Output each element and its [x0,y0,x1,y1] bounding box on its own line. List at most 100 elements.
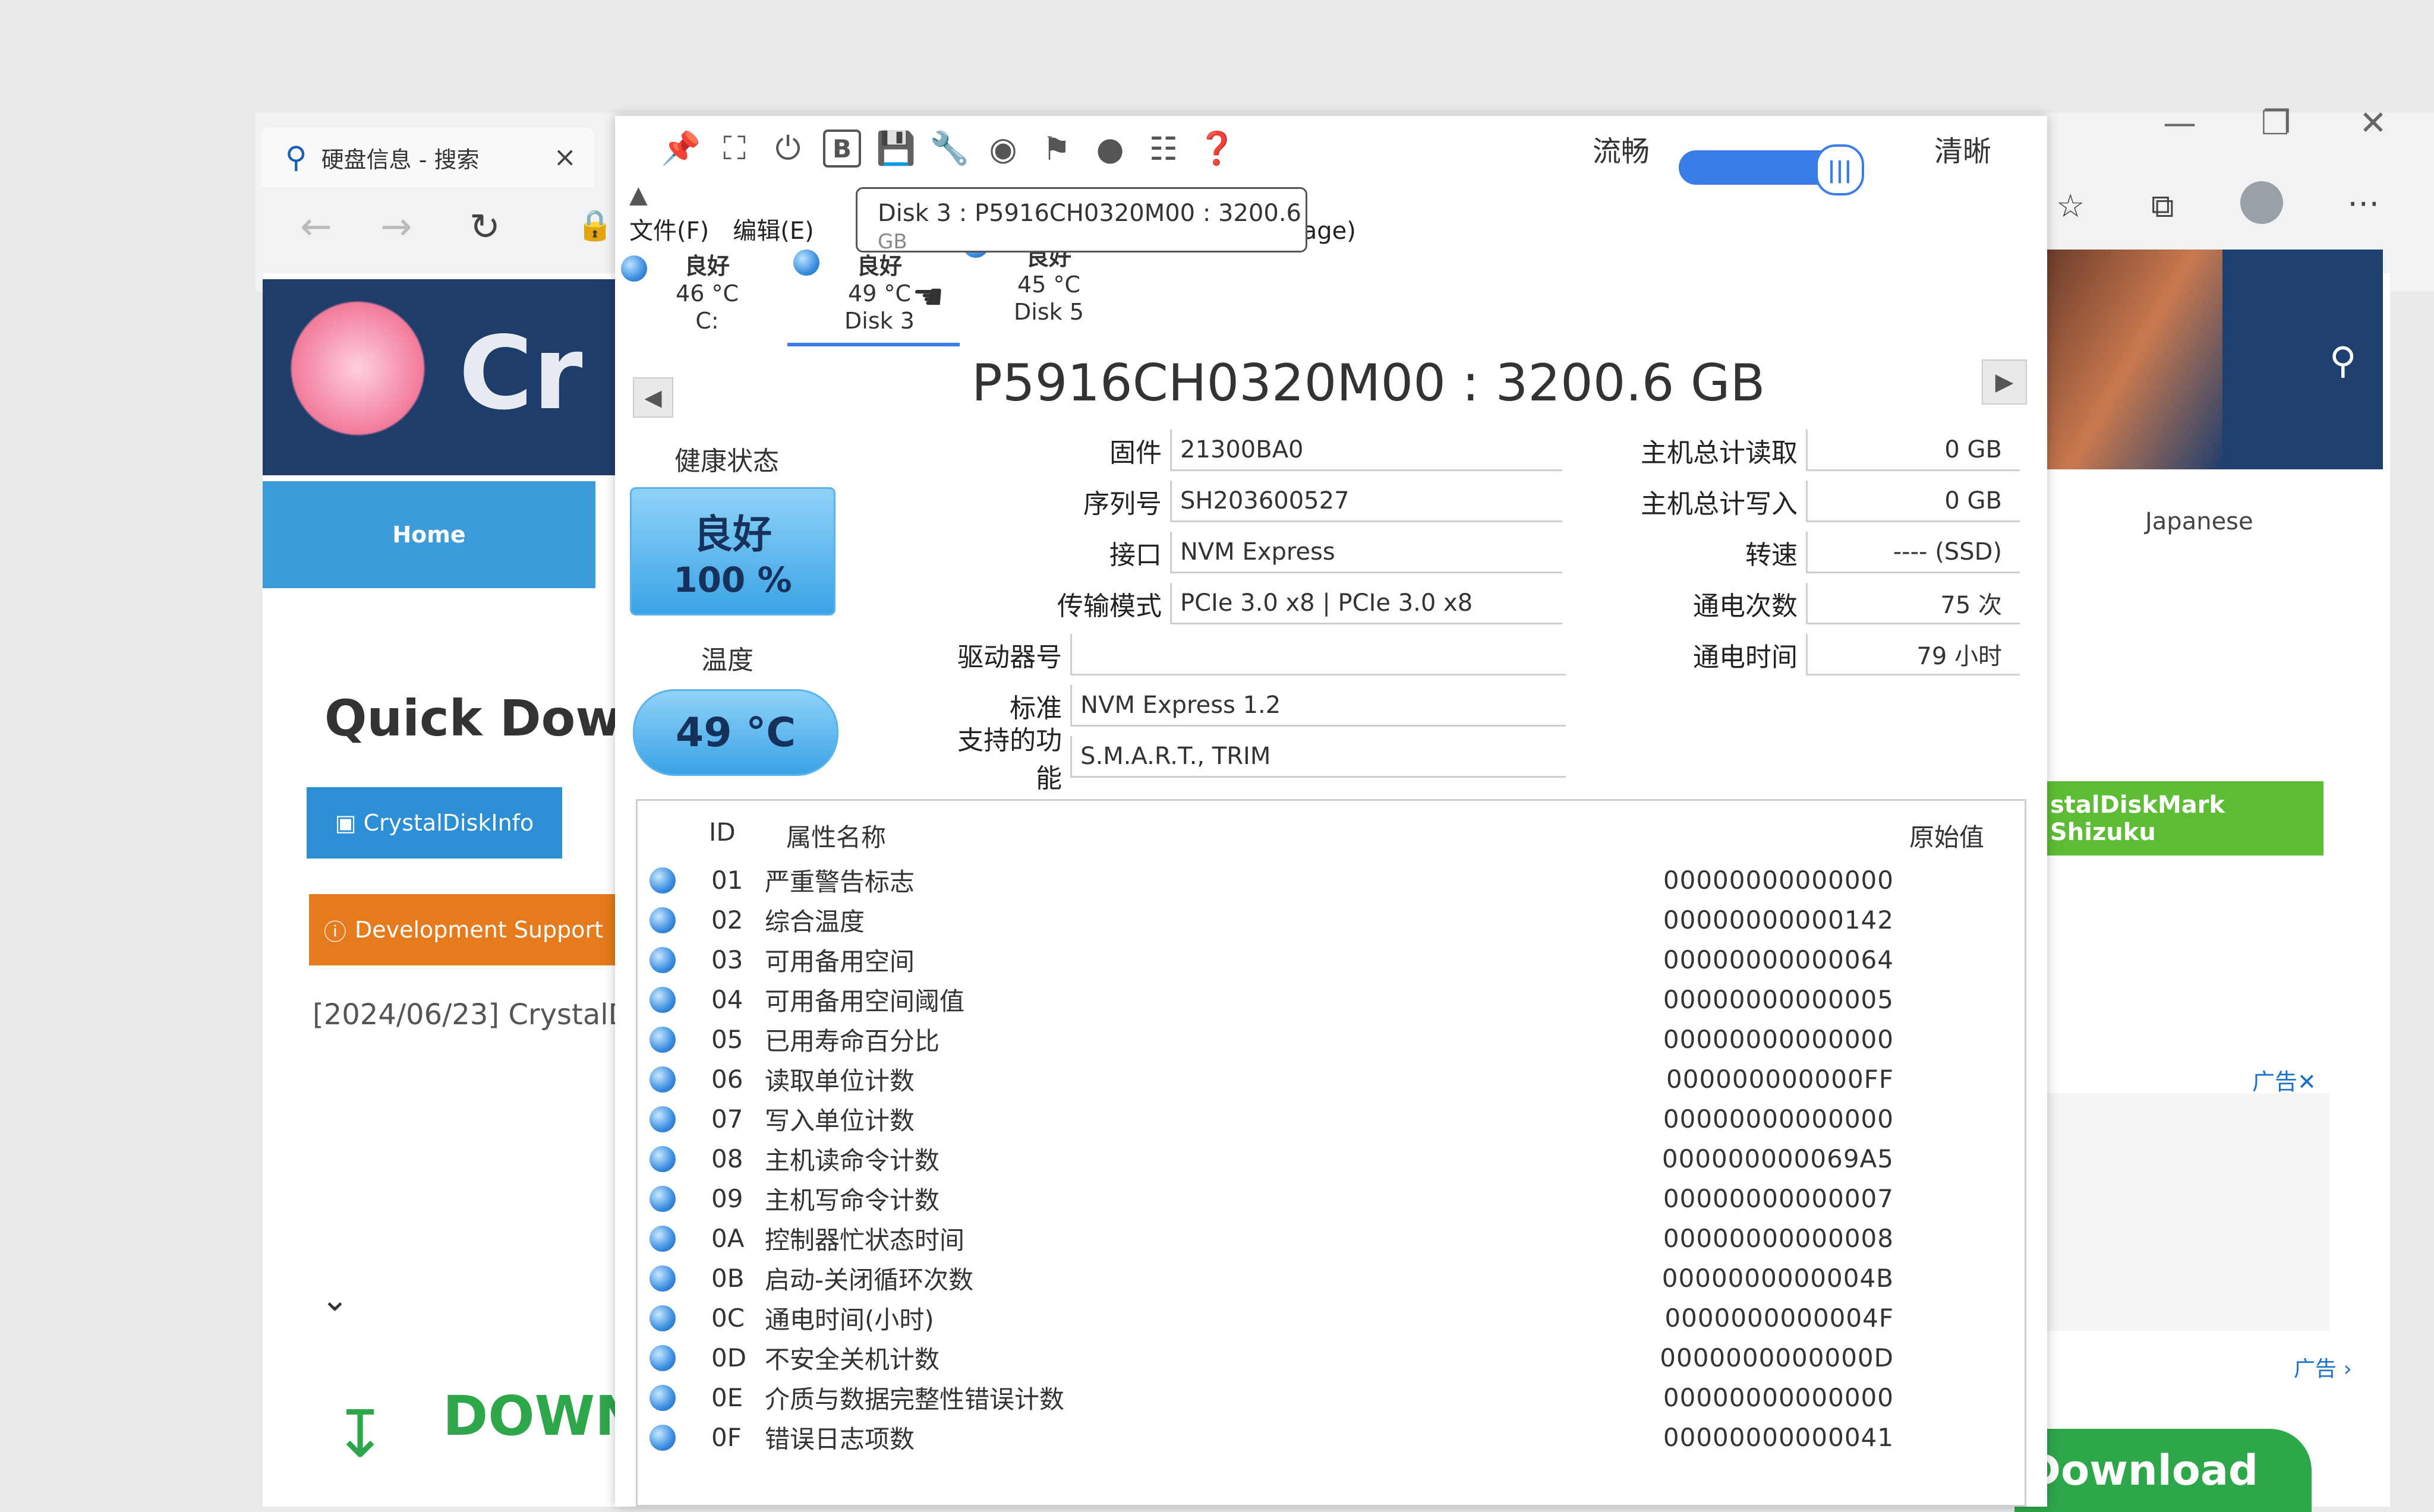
table-row[interactable]: 0B 启动-关闭循环次数 0000000000004B [638,1258,2025,1298]
more-icon[interactable]: ⋯ [2347,184,2379,222]
chevron-down-icon[interactable]: ⌄ [321,1280,349,1319]
slider-handle[interactable]: ||| [1815,144,1864,195]
attribute-raw-value: 0000000000004F [1664,1303,1894,1333]
table-row[interactable]: 07 写入单位计数 00000000000000 [638,1099,2025,1139]
table-row[interactable]: 0C 通电时间(小时) 0000000000004F [638,1298,2025,1338]
news-item[interactable]: [2024/06/23] CrystalD [313,998,630,1031]
table-row[interactable]: 03 可用备用空间 00000000000064 [638,940,2025,980]
column-raw-value[interactable]: 原始值 [1909,817,1984,854]
keyboard-icon[interactable]: ☷ [1145,130,1182,168]
table-row[interactable]: 09 主机写命令计数 00000000000007 [638,1179,2025,1219]
ad-label[interactable]: 广告✕ [2252,1063,2316,1096]
info-value: 0 GB [1806,481,2020,522]
crystaldiskinfo-download-button[interactable]: ▣ CrystalDiskInfo [307,787,562,858]
refresh-icon[interactable]: ↻ [469,205,500,248]
ad-label-2[interactable]: 广告 › [2294,1352,2352,1382]
site-search-icon[interactable]: ⚲ [2329,339,2356,382]
lock-icon: 🔒 [576,208,614,242]
home-nav-link[interactable]: Home [263,481,595,588]
info-value: SH203600527 [1170,481,1562,522]
download-button[interactable]: Download [2014,1429,2312,1512]
table-row[interactable]: 04 可用备用空间阈值 00000000000005 [638,980,2025,1019]
info-row-features: 支持的功能 S.M.A.R.T., TRIM [936,725,1566,794]
bold-b-icon[interactable]: B [823,130,861,168]
info-value: 0 GB [1806,430,2020,471]
attribute-raw-value: 0000000000000D [1660,1343,1894,1372]
attribute-name: 综合温度 [765,907,865,936]
info-row-power-count: 通电次数 75 次 [1572,578,2023,629]
attribute-name: 通电时间(小时) [765,1305,934,1334]
table-row[interactable]: 0D 不安全关机计数 0000000000000D [638,1338,2025,1378]
back-icon[interactable]: ← [300,205,332,249]
disk-info-left: 固件 21300BA0 序列号 SH203600527 接口 NVM Expre… [936,425,1566,794]
table-row[interactable]: 05 已用寿命百分比 00000000000000 [638,1019,2025,1059]
smart-attributes-table[interactable]: ID 属性名称 原始值 01 严重警告标志 00000000000000 02 综合温度… [636,799,2026,1507]
browser-tab-search[interactable]: ⚲ 硬盘信息 - 搜索 × [261,128,594,187]
table-row[interactable]: 08 主机读命令计数 000000000069A5 [638,1139,2025,1179]
disk-tab-c[interactable]: 良好 46 °C C: [621,252,793,348]
health-status-badge[interactable]: 良好 100 % [630,487,835,615]
status-dot-icon [650,946,676,973]
attribute-name: 启动-关闭循环次数 [765,1265,974,1295]
attribute-raw-value: 00000000000007 [1663,1184,1894,1213]
status-dot-icon [793,250,819,276]
table-row[interactable]: 01 严重警告标志 00000000000000 [638,860,2025,900]
attribute-raw-value: 00000000000008 [1663,1224,1894,1253]
close-window-icon[interactable]: ✕ [2359,104,2387,143]
disk-tab-temp: 46 °C [676,280,739,307]
menu-file[interactable]: 文件(F) [629,212,709,246]
tab-close-icon[interactable]: × [553,141,576,173]
circle-icon[interactable]: ◉ [985,130,1021,168]
pin-icon[interactable]: 📌 [661,130,701,167]
attribute-raw-value: 00000000000000 [1663,866,1894,895]
favorites-icon[interactable]: ☆ [2056,187,2085,225]
status-dot-icon [650,986,676,1013]
info-icon: ⓘ [323,918,346,945]
info-label: 通电时间 [1693,642,1798,673]
status-dot-icon [650,867,676,894]
wrench-icon[interactable]: 🔧 [929,130,969,167]
attribute-id: 0A [711,1224,745,1253]
disk-save-icon[interactable]: 💾 [876,130,916,167]
column-attribute-name[interactable]: 属性名称 [786,817,886,854]
column-id[interactable]: ID [709,817,736,847]
attribute-raw-value: 0000000000004B [1661,1264,1894,1293]
help-icon[interactable]: ❓ [1197,130,1237,167]
minimize-icon[interactable]: — [2163,104,2196,143]
info-row-host-writes: 主机总计写入 0 GB [1572,476,2023,527]
collections-icon[interactable]: ⧉ [2151,187,2174,225]
attribute-name: 错误日志项数 [765,1425,915,1454]
attribute-id: 07 [711,1104,743,1134]
table-row[interactable]: 0A 控制器忙状态时间 00000000000008 [638,1219,2025,1258]
table-row[interactable]: 02 综合温度 00000000000142 [638,900,2025,940]
menu-edit[interactable]: 编辑(E) [733,212,814,246]
development-support-button[interactable]: ⓘ Development Support [309,894,618,965]
tab-title: 硬盘信息 - 搜索 [321,146,480,173]
power-icon[interactable]: ⏻ [770,130,806,167]
attribute-name: 读取单位计数 [765,1066,915,1096]
table-row[interactable]: 0F 错误日志项数 00000000000041 [638,1418,2025,1457]
previous-disk-button[interactable]: ◀ [633,377,673,418]
fullscreen-icon[interactable]: ⛶ [716,130,753,167]
avatar[interactable] [2240,181,2283,224]
info-row-rotation: 转速 ---- (SSD) [1572,527,2023,578]
restore-icon[interactable]: ❐ [2261,104,2291,143]
info-row-power-hours: 通电时间 79 小时 [1572,629,2023,680]
next-disk-button[interactable]: ▶ [1982,359,2027,405]
disk-tab-disk5[interactable]: 良好 45 °C Disk 5 [963,232,1135,339]
table-row[interactable]: 0E 介质与数据完整性错误计数 00000000000000 [638,1378,2025,1418]
camera-icon[interactable]: ● [1092,130,1128,168]
attribute-id: 0C [711,1303,745,1333]
flag-icon[interactable]: ⚑ [1038,130,1075,168]
temperature-badge[interactable]: 49 °C [633,689,838,776]
info-row-interface: 接口 NVM Express [936,527,1566,578]
status-dot-icon [621,255,647,282]
japanese-link[interactable]: Japanese [2145,508,2253,535]
status-dot-icon [650,1145,676,1172]
forward-icon[interactable]: → [380,205,412,249]
crystaldiskmark-shizuku-button[interactable]: stalDiskMark Shizuku [2038,781,2323,856]
info-label: 传输模式 [1057,591,1162,621]
status-dot-icon [650,1305,676,1331]
table-row[interactable]: 06 读取单位计数 000000000000FF [638,1059,2025,1099]
health-percentage: 100 % [673,560,792,600]
